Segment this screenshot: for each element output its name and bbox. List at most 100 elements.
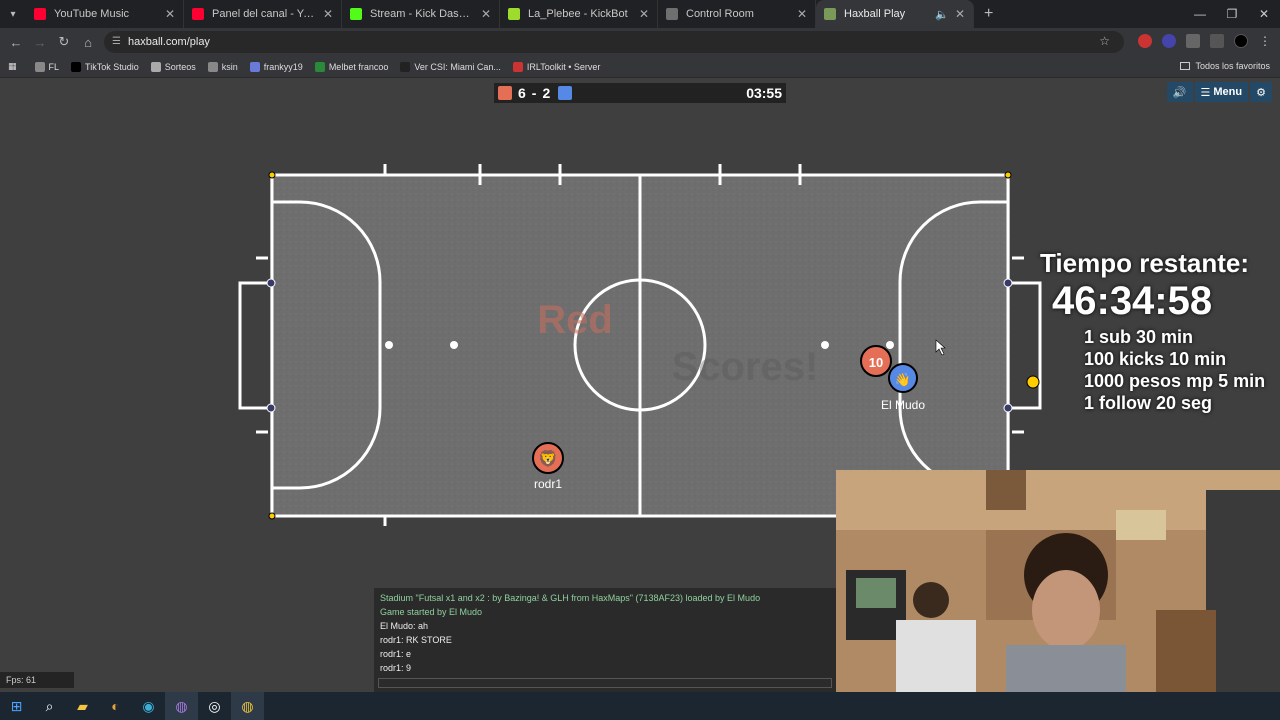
bookmark-item[interactable]: ksin (207, 61, 238, 72)
address-bar-row: ← → ↻ ⌂ ☰ haxball.com/play ☆ ⋮ (0, 28, 1280, 56)
tab-close-icon[interactable]: ✕ (165, 7, 175, 21)
sound-icon[interactable]: 🔊 (1166, 82, 1193, 102)
tab-2[interactable]: Stream - Kick Dashboard ✕ (342, 0, 500, 28)
tab-close-icon[interactable]: ✕ (639, 7, 649, 21)
chat-line: rodr1: 9 (380, 663, 412, 673)
overlay-countdown: 46:34:58 (1052, 279, 1213, 323)
all-bookmarks[interactable]: Todos los favoritos (1180, 61, 1270, 71)
tab-close-icon[interactable]: ✕ (323, 7, 333, 21)
tab-title: Haxball Play (844, 8, 906, 20)
tab-close-icon[interactable]: ✕ (481, 7, 491, 21)
bookmark-label: Melbet francoo (328, 61, 389, 72)
chat-line: rodr1: RK STORE (380, 635, 452, 645)
bookmark-star-icon[interactable]: ☆ (1099, 34, 1110, 48)
score-separator: - (531, 85, 537, 101)
menu-icon: ☰ (1200, 86, 1211, 99)
bookmark-favicon-icon (150, 61, 161, 72)
bookmark-label: Sorteos (164, 61, 196, 72)
apps-grid-icon[interactable]: ▦ (8, 61, 17, 72)
menu-label: Menu (1213, 86, 1243, 98)
bookmark-label: frankyy19 (263, 61, 303, 72)
tab-audio-icon[interactable]: 🔈 (935, 8, 949, 21)
bookmark-item[interactable]: FL (34, 61, 59, 72)
profile-avatar[interactable] (1234, 34, 1248, 48)
tab-title: Stream - Kick Dashboard (370, 8, 475, 20)
tab-4[interactable]: Control Room ✕ (658, 0, 816, 28)
app-flame-icon[interactable]: ◐ (99, 692, 132, 720)
media-control-icon[interactable] (1210, 34, 1224, 48)
window-controls: — ❐ ✕ (1184, 0, 1280, 28)
tab-favicon-icon (192, 8, 204, 20)
overlay-rule: 1 sub 30 min (1084, 327, 1194, 347)
settings-gear-icon[interactable]: ⚙ (1250, 82, 1272, 102)
chrome-icon[interactable]: ◍ (231, 692, 264, 720)
ball (1026, 375, 1040, 389)
tab-close-icon[interactable]: ✕ (797, 7, 807, 21)
close-window-icon[interactable]: ✕ (1248, 0, 1280, 28)
new-tab-button[interactable]: + (974, 5, 1003, 23)
reload-icon[interactable]: ↻ (52, 34, 76, 50)
search-icon[interactable]: ⌕ (33, 692, 66, 720)
bookmark-item[interactable]: TikTok Studio (71, 61, 139, 72)
tab-5[interactable]: Haxball Play 🔈 ✕ (816, 0, 974, 28)
extension-shield-icon[interactable] (1162, 34, 1176, 48)
site-info-icon[interactable]: ☰ (112, 36, 121, 47)
bookmark-item[interactable]: Ver CSI: Miami Can... (400, 61, 501, 72)
tab-bar: ▾ YouTube Music✕Panel del canal - YouTub… (0, 0, 1280, 28)
tab-close-icon[interactable]: ✕ (955, 7, 965, 21)
bookmark-item[interactable]: Sorteos (150, 61, 196, 72)
blue-team-swatch (558, 86, 573, 100)
chat-input[interactable] (378, 678, 832, 688)
red-team-swatch (498, 86, 512, 100)
bookmark-item[interactable]: IRLToolkit • Server (512, 61, 601, 72)
bookmark-label: TikTok Studio (85, 61, 139, 72)
edge-icon[interactable]: ◉ (132, 692, 165, 720)
webcam-overlay (836, 470, 1280, 692)
webcam-image (836, 470, 1280, 692)
bookmark-favicon-icon (249, 61, 260, 72)
home-icon[interactable]: ⌂ (76, 35, 100, 50)
file-explorer-icon[interactable]: ▰ (66, 692, 99, 720)
bookmark-label: Ver CSI: Miami Can... (414, 61, 501, 72)
tab-favicon-icon (350, 8, 362, 20)
minimize-icon[interactable]: — (1184, 0, 1216, 28)
bookmark-favicon-icon (207, 61, 218, 72)
all-bookmarks-label: Todos los favoritos (1195, 61, 1270, 71)
tab-favicon-icon (666, 8, 678, 20)
extensions-area: ⋮ (1138, 34, 1272, 48)
bookmark-item[interactable]: frankyy19 (249, 61, 303, 72)
game-stage[interactable]: Red Scores! 🦁 rodr1 10 👋 El Mudo 6 - 2 0… (0, 78, 1280, 692)
chat-box: Stadium "Futsal x1 and x2 : by Bazinga! … (374, 588, 836, 692)
extensions-puzzle-icon[interactable] (1186, 34, 1200, 48)
tab-1[interactable]: Panel del canal - YouTube Studi ✕ (184, 0, 342, 28)
obs-icon[interactable]: ◎ (198, 692, 231, 720)
overlay-rule: 100 kicks 10 min (1084, 349, 1227, 369)
bookmark-item[interactable]: Melbet francoo (314, 61, 389, 72)
overlay-rule: 1000 pesos mp 5 min (1084, 371, 1266, 391)
tab-search-chevron-icon[interactable]: ▾ (0, 0, 26, 28)
fps-counter: Fps: 61 (0, 672, 74, 688)
match-timer: 03:55 (746, 85, 782, 101)
bookmark-favicon-icon (34, 61, 45, 72)
bookmark-favicon-icon (400, 61, 411, 72)
restore-icon[interactable]: ❐ (1216, 0, 1248, 28)
forward-icon[interactable]: → (28, 35, 52, 50)
url-field[interactable]: ☰ haxball.com/play ☆ (104, 31, 1124, 53)
menu-button[interactable]: ☰ Menu (1194, 82, 1249, 102)
tab-0[interactable]: YouTube Music ✕ (26, 0, 184, 28)
bookmark-favicon-icon (314, 61, 325, 72)
extension-red-icon[interactable] (1138, 34, 1152, 48)
score-red: 6 (518, 85, 526, 101)
bookmark-label: ksin (221, 61, 238, 72)
windows-start-icon[interactable]: ⊞ (0, 692, 33, 720)
chat-line: Stadium "Futsal x1 and x2 : by Bazinga! … (380, 593, 761, 603)
app-purple-icon[interactable]: ◍ (165, 692, 198, 720)
overlay-title: Tiempo restante: (1040, 248, 1250, 278)
menu-kebab-icon[interactable]: ⋮ (1258, 34, 1272, 48)
tab-3[interactable]: La_Plebee - KickBot ✕ (500, 0, 658, 28)
game-top-buttons: 🔊 ☰ Menu ⚙ (1166, 82, 1272, 102)
bookmark-label: IRLToolkit • Server (526, 61, 601, 72)
url-text: haxball.com/play (128, 36, 210, 48)
folder-icon (1180, 62, 1191, 70)
back-icon[interactable]: ← (4, 35, 28, 50)
